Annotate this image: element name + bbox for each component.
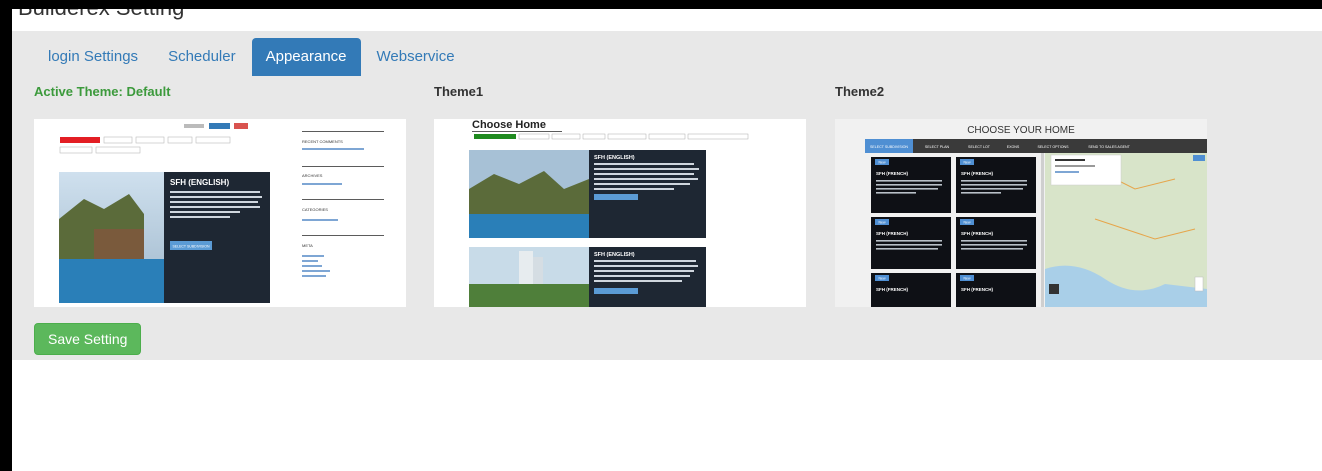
theme2-thumbnail[interactable]: CHOOSE YOUR HOME SELECT SUBDIVISION SELE… (835, 119, 1207, 307)
theme2-nav-plan: SELECT PLAN (925, 145, 950, 149)
theme1-thumbnail[interactable]: Choose Home SFH (ENGLISH) SFH (ENGLISH) (434, 119, 806, 307)
theme2-card-title-2: SFH (FRENCH) (961, 171, 993, 176)
page-title: Builderex Setting (18, 9, 184, 21)
default-theme-thumbnail[interactable]: SFH (ENGLISH) SELECT SUBDIVISION RECENT … (34, 119, 406, 307)
theme1-label: Theme1 (434, 84, 484, 99)
default-preview-hero-title: SFH (ENGLISH) (170, 178, 229, 187)
theme1-preview-card-title-2: SFH (ENGLISH) (594, 252, 635, 258)
default-theme-preview: SFH (ENGLISH) SELECT SUBDIVISION RECENT … (34, 119, 406, 307)
theme1-preview-card-title-1: SFH (ENGLISH) (594, 155, 635, 161)
theme2-nav-exons: EXONS (1007, 145, 1020, 149)
settings-panel: login Settings Scheduler Appearance Webs… (12, 31, 1322, 360)
theme2-preview-heading: CHOOSE YOUR HOME (967, 125, 1075, 136)
default-preview-widget-meta: META (302, 243, 313, 248)
theme2-card-title-5: SFH (FRENCH) (876, 287, 908, 292)
theme2-preview: CHOOSE YOUR HOME SELECT SUBDIVISION SELE… (835, 119, 1207, 307)
tab-bar: login Settings Scheduler Appearance Webs… (34, 38, 471, 76)
theme2-card-badge-4: New (963, 221, 970, 225)
default-preview-cta: SELECT SUBDIVISION (172, 245, 210, 249)
default-preview-widget-categories: CATEGORIES (302, 207, 328, 212)
theme2-card-title-6: SFH (FRENCH) (961, 287, 993, 292)
settings-window: Builderex Setting login Settings Schedul… (12, 9, 1322, 471)
tab-scheduler[interactable]: Scheduler (154, 38, 250, 76)
theme2-card-badge-3: New (878, 221, 885, 225)
default-preview-widget-recent: RECENT COMMENTS (302, 139, 343, 144)
theme2-card-badge-1: New (878, 161, 885, 165)
default-preview-widget-archives: ARCHIVES (302, 173, 323, 178)
theme2-card-title-3: SFH (FRENCH) (876, 231, 908, 236)
theme2-nav-lot: SELECT LOT (968, 145, 991, 149)
theme2-card-badge-5: New (878, 277, 885, 281)
tab-webservice[interactable]: Webservice (363, 38, 469, 76)
theme1-preview: Choose Home SFH (ENGLISH) SFH (ENGLISH) (434, 119, 806, 307)
save-setting-button[interactable]: Save Setting (34, 323, 142, 355)
theme2-nav-options: SELECT OPTIONS (1037, 145, 1069, 149)
theme2-label: Theme2 (835, 84, 885, 99)
theme1-preview-heading: Choose Home (472, 119, 546, 131)
theme2-nav-sales-agent: SEND TO SALES AGENT (1088, 145, 1130, 149)
theme2-card-title-1: SFH (FRENCH) (876, 171, 908, 176)
theme2-card-title-4: SFH (FRENCH) (961, 231, 993, 236)
theme2-card-badge-2: New (963, 161, 970, 165)
theme2-nav-subdivision: SELECT SUBDIVISION (870, 145, 908, 149)
active-theme-label: Active Theme: Default (34, 84, 171, 99)
tab-appearance[interactable]: Appearance (251, 38, 361, 76)
tab-login-settings[interactable]: login Settings (34, 38, 152, 76)
theme2-card-badge-6: New (963, 277, 970, 281)
